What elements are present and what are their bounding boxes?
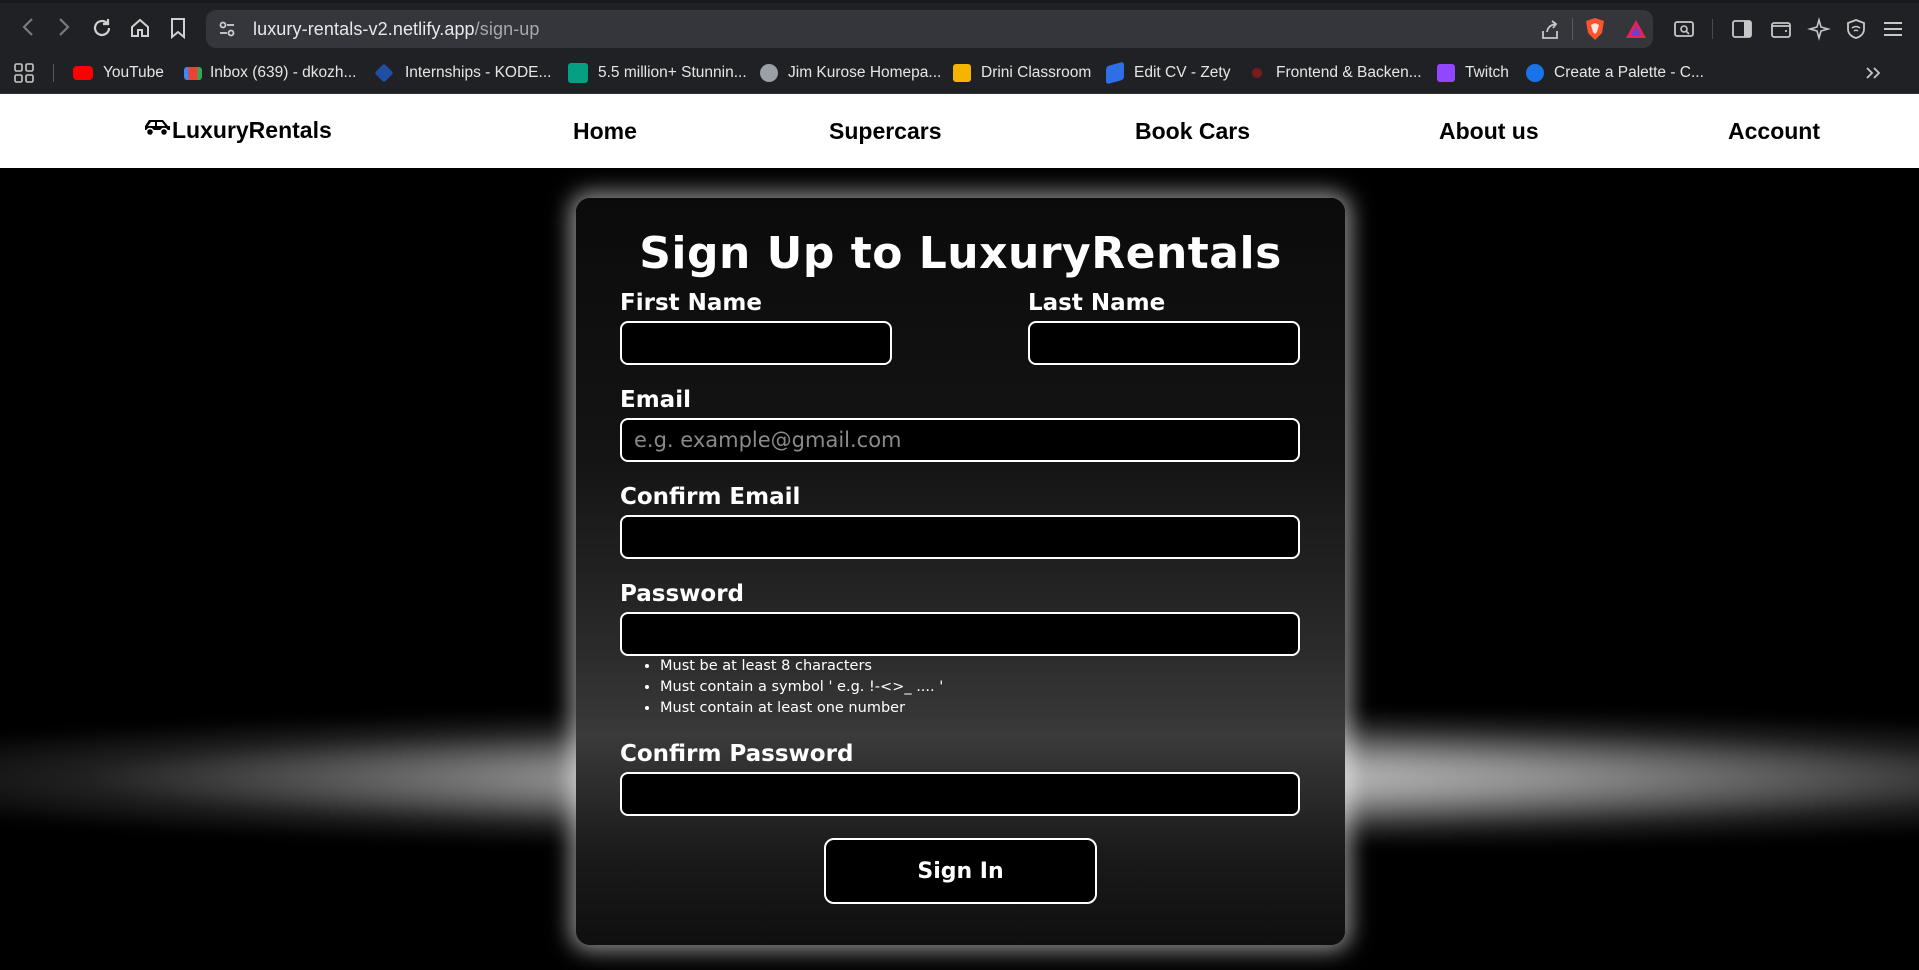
wallet-icon[interactable] <box>1768 16 1794 42</box>
site-logo[interactable]: LuxuryRentals <box>142 116 332 144</box>
last-name-label: Last Name <box>1028 290 1166 316</box>
vpn-icon[interactable] <box>1843 16 1869 42</box>
nav-link-home[interactable]: Home <box>573 118 637 145</box>
logo-text: LuxuryRentals <box>172 116 332 143</box>
apps-grid-icon[interactable] <box>12 61 36 85</box>
password-field[interactable] <box>620 612 1300 656</box>
leo-ai-icon[interactable] <box>1806 16 1832 42</box>
nav-link-book-cars[interactable]: Book Cars <box>1135 118 1250 145</box>
signup-form: Sign Up to LuxuryRentals First Name Last… <box>576 198 1345 945</box>
bookmark-kode[interactable]: Internships - KODE... <box>374 52 552 94</box>
first-name-label: First Name <box>620 290 762 316</box>
forward-icon[interactable] <box>52 15 76 39</box>
confirm-password-label: Confirm Password <box>620 741 854 767</box>
bookmark-classroom[interactable]: Drini Classroom <box>953 52 1091 94</box>
site-settings-icon[interactable] <box>216 18 238 40</box>
sign-in-button[interactable]: Sign In <box>824 838 1097 904</box>
address-bar[interactable]: luxury-rentals-v2.netlify.app/sign-up <box>206 10 1653 48</box>
bookmark-twitch[interactable]: Twitch <box>1437 52 1509 94</box>
email-field[interactable] <box>620 418 1300 462</box>
password-requirements: Must be at least 8 characters Must conta… <box>620 656 943 719</box>
reader-mode-icon[interactable] <box>1671 16 1697 42</box>
password-rule: Must contain at least one number <box>660 698 943 719</box>
bookmark-pexels[interactable]: 5.5 million+ Stunnin... <box>568 52 747 94</box>
back-icon[interactable] <box>16 15 40 39</box>
bookmarks-divider <box>53 64 54 82</box>
url-text[interactable]: luxury-rentals-v2.netlify.app/sign-up <box>253 19 540 40</box>
share-icon[interactable] <box>1538 18 1562 42</box>
gmail-favicon-icon <box>184 66 202 80</box>
bookmark-label: Drini Classroom <box>981 64 1092 81</box>
password-rule: Must contain a symbol ' e.g. !-<>_ .... … <box>660 677 943 698</box>
bookmark-palette[interactable]: Create a Palette - C... <box>1526 52 1704 94</box>
browser-toolbar: luxury-rentals-v2.netlify.app/sign-up <box>0 0 1919 52</box>
bookmark-label: Edit CV - Zety <box>1134 64 1231 81</box>
menu-icon[interactable] <box>1880 16 1906 42</box>
bookmark-label: Create a Palette - C... <box>1554 64 1704 81</box>
nav-link-about-us[interactable]: About us <box>1439 118 1539 145</box>
bookmark-label: Jim Kurose Homepa... <box>788 64 942 81</box>
confirm-password-field[interactable] <box>620 772 1300 816</box>
brave-shields-icon[interactable] <box>1583 17 1607 41</box>
bookmark-icon[interactable] <box>165 15 191 41</box>
frontend-favicon-icon <box>1252 68 1262 78</box>
pexels-favicon-icon <box>568 63 588 83</box>
bookmark-frontend-backend[interactable]: Frontend & Backen... <box>1248 52 1422 94</box>
twitch-favicon-icon <box>1437 64 1455 82</box>
bookmark-label: Inbox (639) - dkozh... <box>210 64 357 81</box>
bookmark-label: 5.5 million+ Stunnin... <box>598 64 747 81</box>
email-label: Email <box>620 387 691 413</box>
youtube-favicon-icon <box>73 66 93 80</box>
confirm-email-field[interactable] <box>620 515 1300 559</box>
nav-link-account[interactable]: Account <box>1728 118 1820 145</box>
urlbar-divider <box>1572 18 1573 40</box>
reload-icon[interactable] <box>89 15 115 41</box>
sidebar-icon[interactable] <box>1729 16 1755 42</box>
more-bookmarks-icon[interactable] <box>1862 62 1886 84</box>
classroom-favicon-icon <box>953 64 971 82</box>
nav-link-supercars[interactable]: Supercars <box>829 118 942 145</box>
coolors-favicon-icon <box>1526 64 1544 82</box>
bookmark-gmail[interactable]: Inbox (639) - dkozh... <box>184 52 356 94</box>
bookmark-kurose[interactable]: Jim Kurose Homepa... <box>760 52 941 94</box>
confirm-email-label: Confirm Email <box>620 484 801 510</box>
password-rule: Must be at least 8 characters <box>660 656 943 677</box>
bookmark-label: Twitch <box>1465 64 1509 81</box>
url-path: /sign-up <box>474 19 540 39</box>
car-icon <box>142 116 172 144</box>
brave-rewards-icon[interactable] <box>1624 17 1648 41</box>
toolbar-divider <box>1712 19 1713 39</box>
bookmark-label: Internships - KODE... <box>405 64 552 81</box>
bookmark-label: YouTube <box>103 64 164 81</box>
kode-favicon-icon <box>374 63 394 83</box>
bookmark-label: Frontend & Backen... <box>1276 64 1422 81</box>
bookmark-youtube[interactable]: YouTube <box>73 52 164 94</box>
home-icon[interactable] <box>127 15 153 41</box>
first-name-field[interactable] <box>620 321 892 365</box>
bookmark-zety[interactable]: Edit CV - Zety <box>1106 52 1230 94</box>
site-navbar: LuxuryRentals Home Supercars Book Cars A… <box>0 94 1919 168</box>
bookmarks-bar: YouTube Inbox (639) - dkozh... Internshi… <box>0 52 1919 94</box>
password-label: Password <box>620 581 744 607</box>
last-name-field[interactable] <box>1028 321 1300 365</box>
zety-favicon-icon <box>1106 61 1124 85</box>
form-title: Sign Up to LuxuryRentals <box>639 228 1282 279</box>
globe-favicon-icon <box>760 64 778 82</box>
url-host: luxury-rentals-v2.netlify.app <box>253 19 475 39</box>
